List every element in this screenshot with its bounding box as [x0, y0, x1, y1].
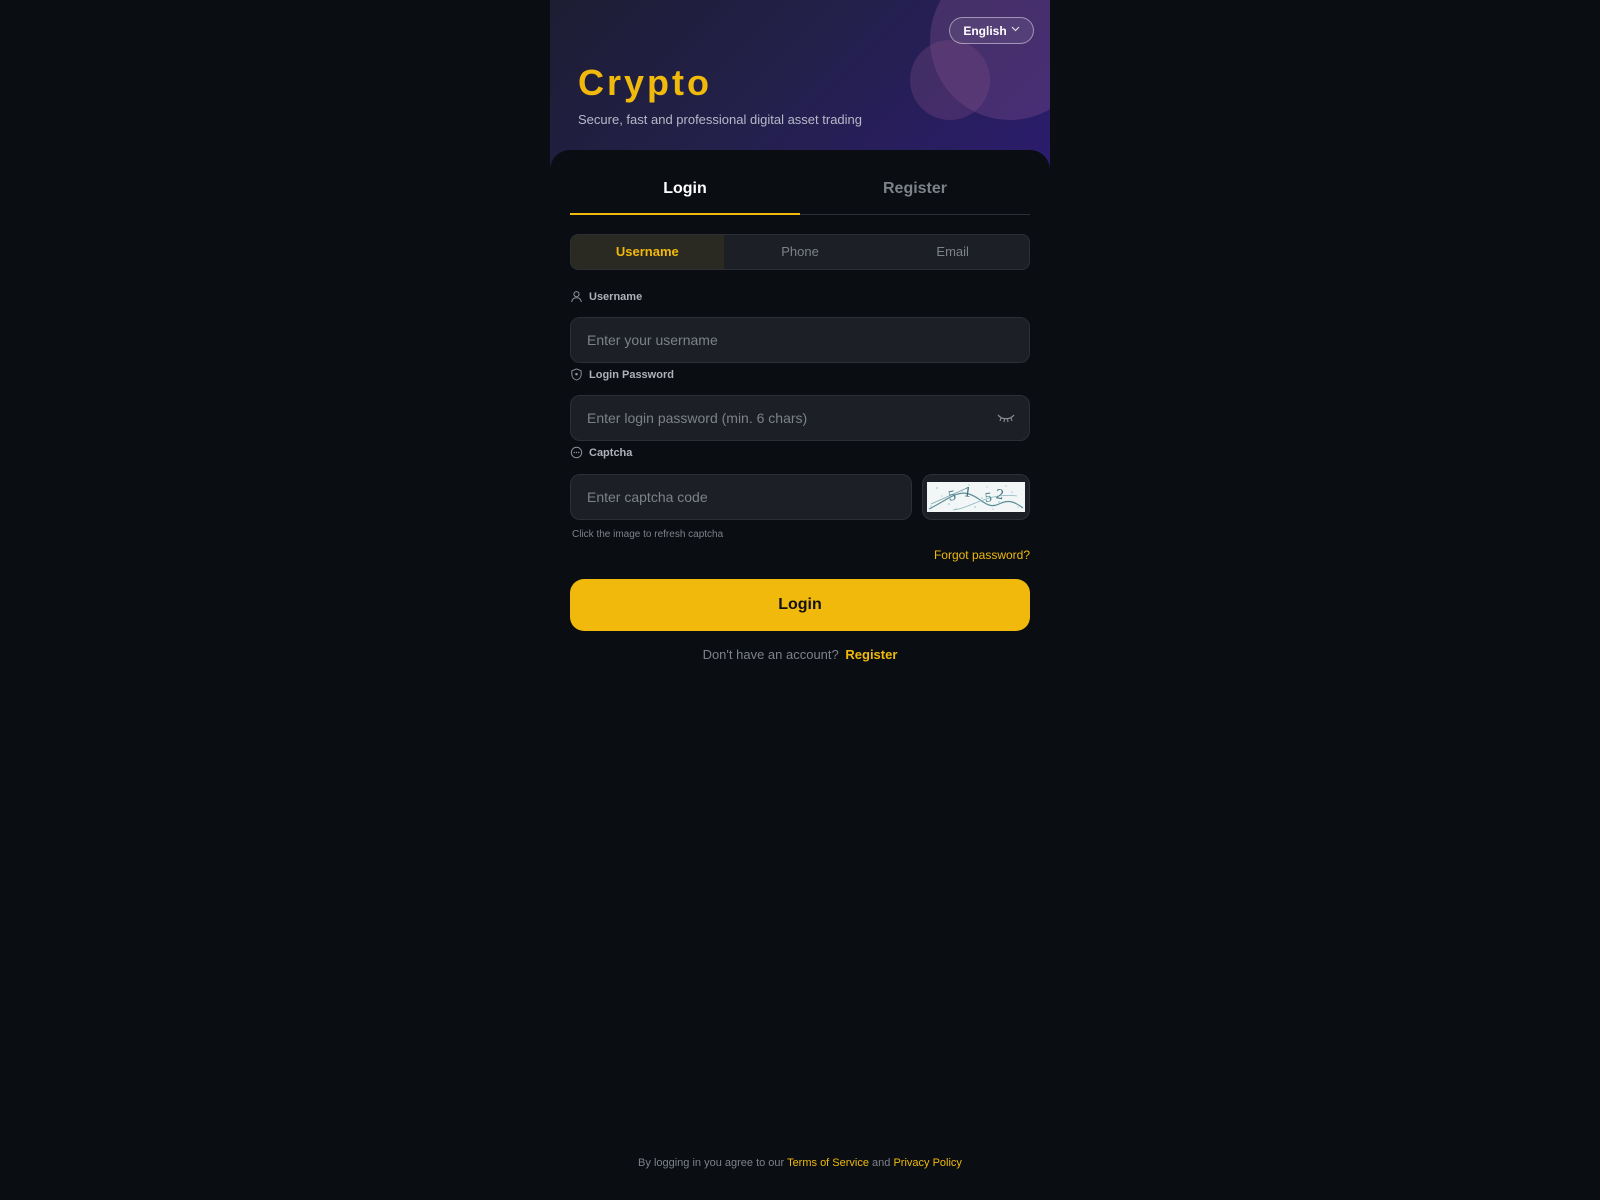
captcha-input[interactable]	[585, 488, 897, 506]
username-label-text: Username	[589, 290, 643, 303]
captcha-hint: Click the image to refresh captcha	[572, 529, 724, 540]
password-label: Login Password	[570, 368, 674, 381]
signup-prompt: Don't have an account? Register	[550, 647, 1050, 662]
auth-card: Login Register Username Phone Email User…	[550, 150, 1050, 1200]
register-link[interactable]: Register	[845, 647, 897, 662]
terms-footer: By logging in you agree to our Terms of …	[550, 1157, 1050, 1169]
user-icon	[571, 291, 582, 303]
footer-prefix: By logging in you agree to our	[638, 1157, 785, 1169]
signup-prompt-text: Don't have an account?	[702, 647, 839, 662]
tab-register[interactable]: Register	[800, 170, 1030, 214]
brand-title: Crypto	[578, 62, 712, 103]
method-phone[interactable]: Phone	[724, 235, 877, 269]
chevron-down-icon	[1011, 24, 1020, 35]
captcha-label: Captcha	[570, 446, 632, 459]
password-input[interactable]	[585, 409, 997, 427]
login-button[interactable]: Login	[570, 579, 1030, 631]
eye-closed-icon[interactable]	[997, 413, 1015, 423]
password-field-box	[570, 395, 1030, 441]
username-label: Username	[570, 290, 642, 303]
hero-banner: English Crypto Secure, fast and professi…	[550, 0, 1050, 170]
captcha-field-box	[570, 474, 912, 520]
auth-tabs: Login Register	[570, 170, 1030, 215]
login-method-switcher: Username Phone Email	[570, 234, 1030, 270]
shield-icon	[571, 368, 582, 381]
language-label: English	[963, 23, 1007, 38]
privacy-policy-link[interactable]: Privacy Policy	[893, 1157, 961, 1169]
captcha-image[interactable]: 5 1 5 2	[927, 482, 1025, 512]
brand-tagline: Secure, fast and professional digital as…	[578, 112, 863, 127]
login-page: English Crypto Secure, fast and professi…	[550, 0, 1050, 1200]
method-username[interactable]: Username	[571, 235, 724, 269]
terms-of-service-link[interactable]: Terms of Service	[787, 1157, 869, 1169]
decorative-circle-small	[910, 40, 990, 120]
footer-and: and	[872, 1157, 891, 1169]
password-label-text: Login Password	[589, 368, 674, 381]
language-selector[interactable]: English	[949, 17, 1034, 44]
method-email[interactable]: Email	[876, 235, 1029, 269]
svg-text:5: 5	[984, 490, 993, 505]
username-input[interactable]	[585, 331, 1015, 349]
chat-bubble-icon	[570, 446, 583, 459]
forgot-password-link[interactable]: Forgot password?	[934, 548, 1030, 562]
tab-login[interactable]: Login	[570, 170, 800, 215]
username-field-box	[570, 317, 1030, 363]
captcha-label-text: Captcha	[589, 446, 633, 459]
captcha-image-button[interactable]: 5 1 5 2	[922, 474, 1030, 520]
